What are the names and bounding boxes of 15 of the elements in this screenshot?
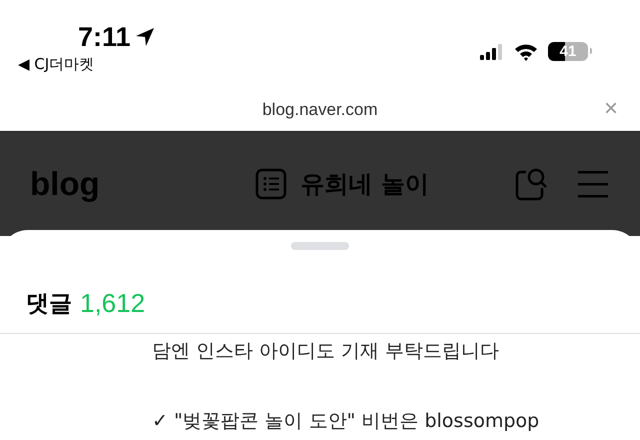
- location-arrow-icon: [134, 27, 155, 47]
- comment-text: ✓ "벚꽃팝콘 놀이 도안" 비번은 blossompop: [152, 409, 540, 434]
- signal-icon: [480, 44, 504, 60]
- close-button[interactable]: ×: [604, 97, 618, 121]
- comments-title: 댓글: [26, 290, 72, 318]
- search-icon[interactable]: [514, 167, 548, 201]
- list-icon[interactable]: [254, 168, 287, 200]
- page-url: blog.naver.com: [262, 100, 378, 120]
- comment-count: 1,612: [80, 288, 146, 318]
- back-to-app-link[interactable]: ◀ CJ더마켓: [18, 54, 155, 74]
- drag-handle[interactable]: [291, 242, 349, 250]
- clock-time: 7:11: [78, 22, 131, 52]
- menu-icon[interactable]: [578, 170, 608, 198]
- comment-text: 담엔 인스타 아이디도 기재 부탁드립니다: [152, 339, 500, 364]
- wifi-icon: [514, 42, 538, 60]
